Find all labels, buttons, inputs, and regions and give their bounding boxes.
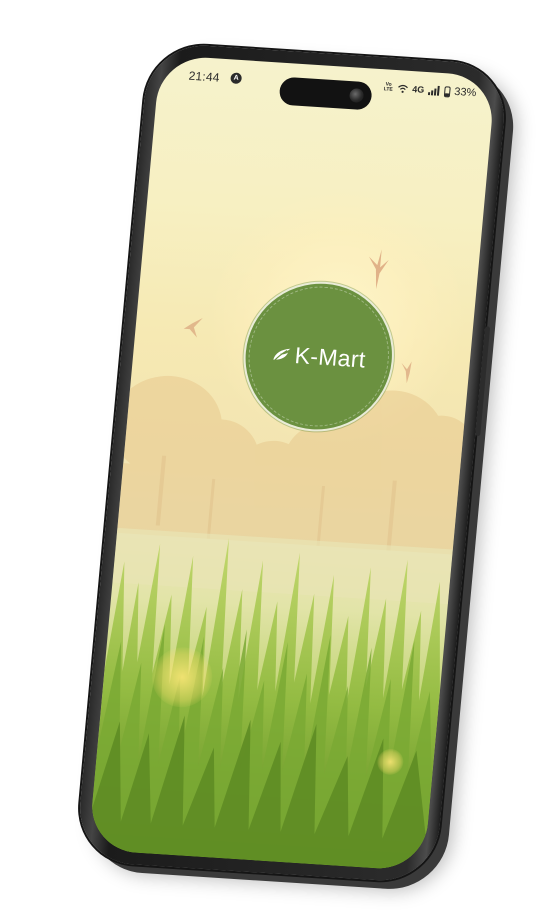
front-camera-icon (348, 88, 365, 103)
status-time: 21:44 (188, 68, 221, 85)
signal-icon (427, 85, 440, 96)
bird-icon (401, 361, 412, 384)
battery-percent: 33% (453, 85, 477, 100)
bird-icon (183, 317, 203, 338)
notification-app-icon: A (230, 72, 243, 85)
status-indicators: Vo LTE 4G 33% (383, 81, 477, 100)
grass-foreground (88, 538, 440, 872)
battery-icon (443, 85, 451, 98)
screenshot-stage: 21:44 A Vo LTE 4G 33% K-Mart (0, 0, 552, 920)
dynamic-island (278, 76, 373, 111)
bird-icon (369, 249, 389, 290)
volte-indicator: Vo LTE (383, 81, 393, 93)
phone-device: 21:44 A Vo LTE 4G 33% K-Mart (75, 42, 509, 884)
wifi-calling-icon (398, 84, 408, 93)
network-type: 4G (411, 84, 425, 95)
